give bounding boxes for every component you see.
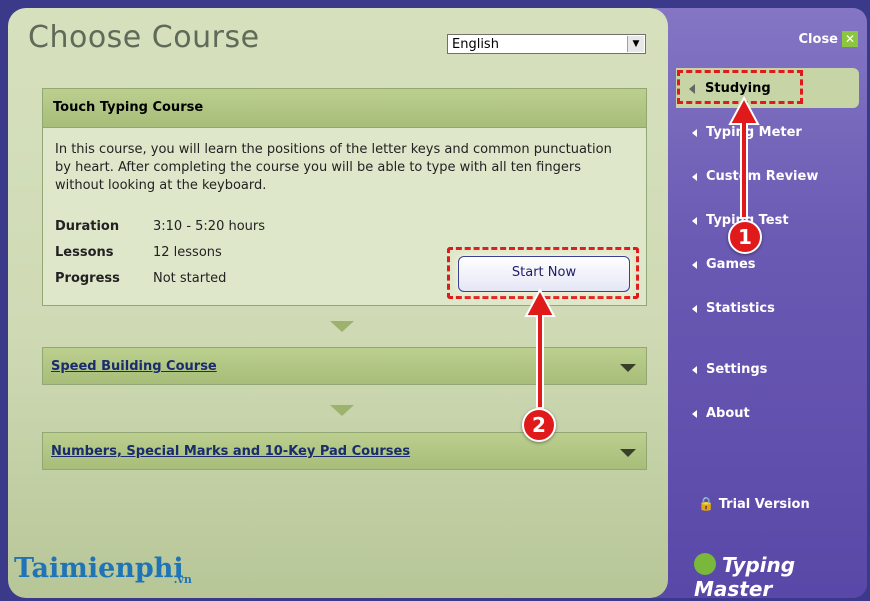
annotation-badge-2: 2: [522, 408, 556, 442]
annotation-arrow-2: [524, 287, 556, 409]
annotation-badge-1: 1: [728, 220, 762, 254]
annotation-arrows: [524, 95, 760, 409]
annotation-arrow-1: [728, 95, 760, 219]
